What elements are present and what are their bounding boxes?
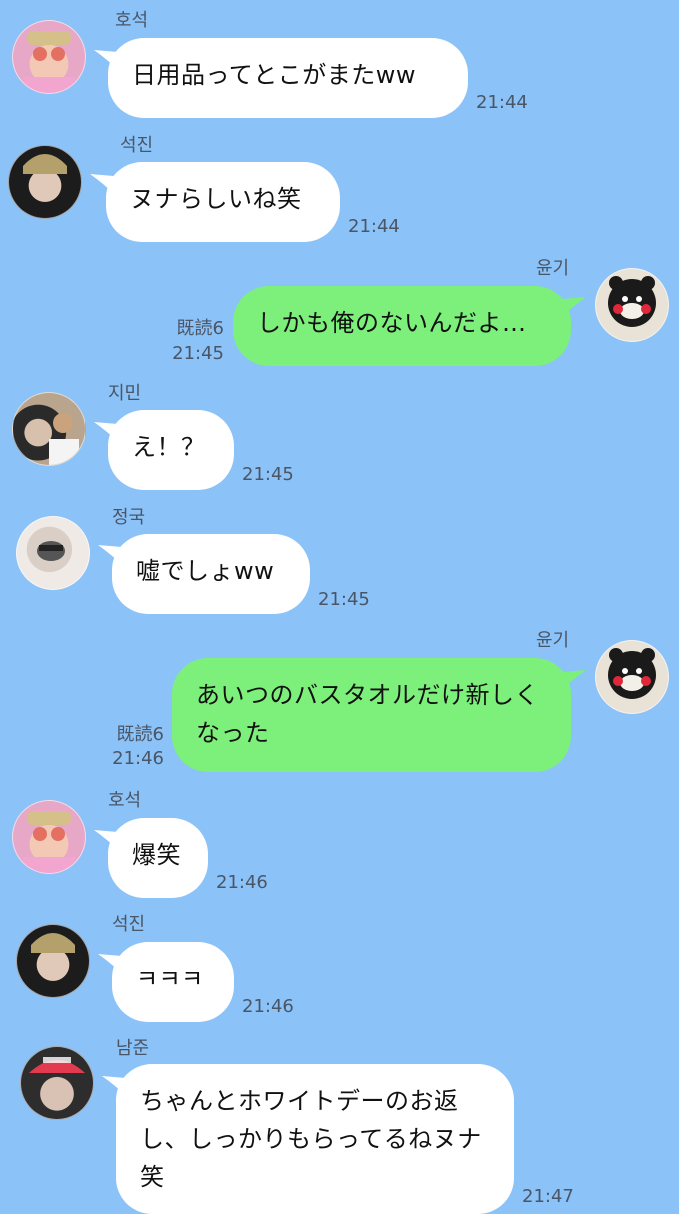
kumamon-icon [608, 276, 656, 327]
avatar-icon [23, 31, 75, 93]
message-bubble[interactable]: ㅋㅋㅋ [112, 942, 234, 1022]
message-time: 21:44 [476, 92, 528, 113]
read-receipt: 既読6 [116, 724, 164, 745]
sender-name: 남준 [116, 1038, 150, 1059]
kumamon-icon [608, 648, 656, 699]
avatar[interactable] [8, 145, 82, 219]
sender-name: 석진 [120, 135, 154, 156]
sender-name: 윤기 [536, 630, 570, 651]
avatar-icon [23, 154, 67, 174]
message-time: 21:44 [348, 216, 400, 237]
avatar[interactable] [12, 392, 86, 466]
message-time: 21:46 [112, 748, 164, 769]
avatar-icon [31, 933, 75, 953]
message-bubble[interactable]: 日用品ってとこがまたww [108, 38, 468, 118]
avatar[interactable] [595, 640, 669, 714]
message-bubble[interactable]: ちゃんとホワイトデーのお返し、しっかりもらってるねヌナ笑 [116, 1064, 514, 1214]
read-receipt: 既読6 [176, 318, 224, 339]
sender-name: 석진 [112, 914, 146, 935]
avatar-icon [49, 413, 79, 465]
avatar-icon [23, 811, 75, 873]
message-time: 21:46 [216, 872, 268, 893]
avatar[interactable] [12, 800, 86, 874]
avatar[interactable] [20, 1046, 94, 1120]
message-bubble[interactable]: 爆笑 [108, 818, 208, 898]
avatar[interactable] [12, 20, 86, 94]
message-time: 21:45 [242, 464, 294, 485]
message-bubble[interactable]: え！？ [108, 410, 234, 490]
sender-name: 지민 [108, 383, 142, 404]
avatar[interactable] [595, 268, 669, 342]
sender-name: 호석 [108, 790, 142, 811]
sender-name: 정국 [112, 507, 146, 528]
message-time: 21:46 [242, 996, 294, 1017]
avatar-icon [37, 541, 65, 561]
avatar-icon [29, 1057, 85, 1073]
message-bubble[interactable]: しかも俺のないんだよ… [233, 286, 571, 366]
message-bubble[interactable]: 嘘でしょww [112, 534, 310, 614]
sender-name: 윤기 [536, 258, 570, 279]
message-time: 21:45 [172, 343, 224, 364]
sender-name: 호석 [115, 10, 149, 31]
message-bubble[interactable]: あいつのバスタオルだけ新しくなった [172, 658, 571, 772]
message-time: 21:47 [522, 1186, 574, 1207]
avatar[interactable] [16, 516, 90, 590]
message-bubble[interactable]: ヌナらしいね笑 [106, 162, 340, 242]
message-time: 21:45 [318, 589, 370, 610]
avatar[interactable] [16, 924, 90, 998]
